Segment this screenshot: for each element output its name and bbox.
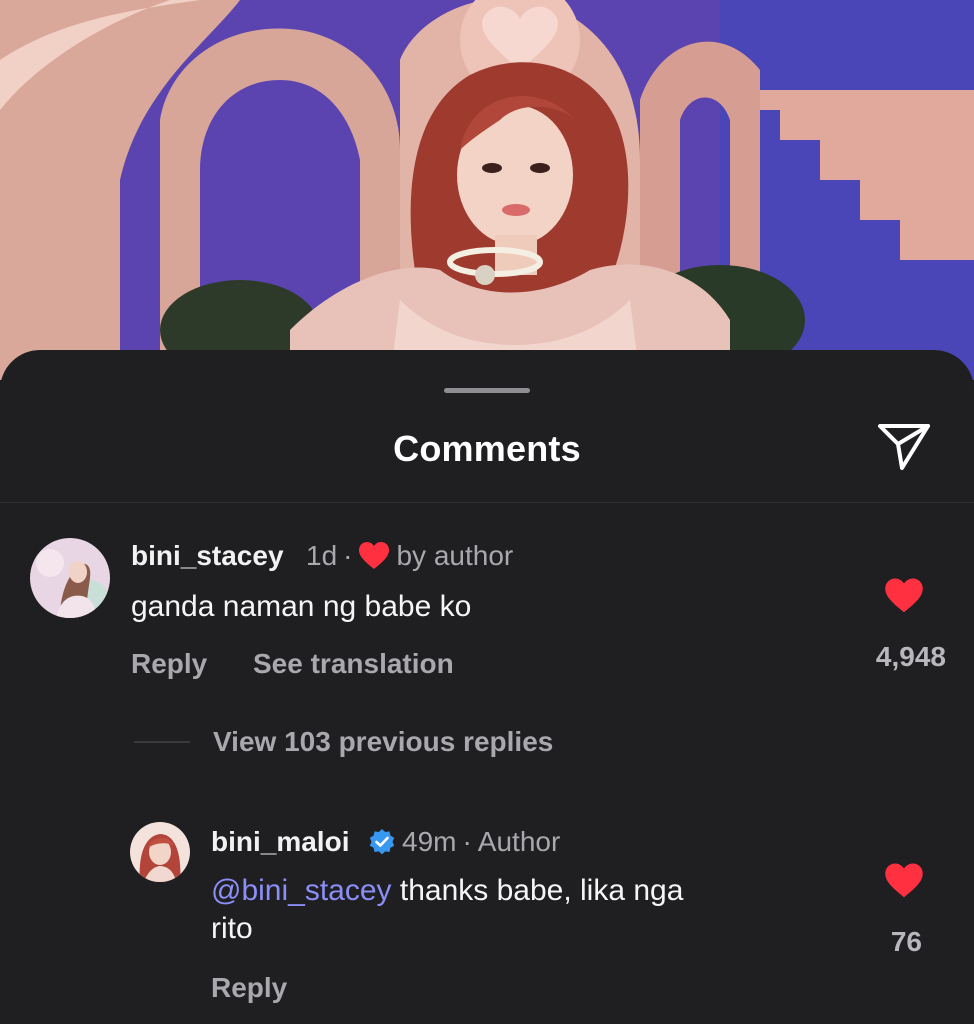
meta-separator: · — [462, 826, 472, 857]
share-button[interactable] — [872, 416, 936, 476]
heart-icon — [885, 863, 923, 898]
thread-line — [134, 741, 190, 743]
reply-text-line1: thanks babe, lika nga — [391, 874, 684, 907]
post-photo — [0, 0, 974, 380]
header-divider — [0, 502, 974, 503]
reply-button[interactable]: Reply — [131, 648, 207, 680]
verified-badge-icon — [369, 829, 395, 855]
sheet-grabber[interactable] — [444, 388, 530, 393]
view-previous-replies-button[interactable]: View 103 previous replies — [213, 726, 553, 758]
reply-text-line2: rito — [211, 912, 253, 945]
like-button[interactable] — [882, 861, 926, 901]
comments-sheet: Comments bini_stacey 1d · by author gand… — [0, 350, 974, 1024]
reply-time: 49m — [402, 826, 457, 857]
mention-link[interactable]: @bini_stacey — [211, 874, 392, 907]
see-translation-button[interactable]: See translation — [253, 648, 454, 680]
author-label: Author — [477, 826, 561, 857]
comment-meta: 1d · by author — [306, 540, 513, 572]
like-count: 4,948 — [875, 641, 946, 672]
avatar-image — [130, 822, 190, 882]
paper-plane-icon — [878, 424, 930, 470]
avatar[interactable] — [130, 822, 190, 882]
reply-meta: 49m · Author — [368, 826, 560, 858]
like-button[interactable] — [882, 576, 926, 616]
avatar-image — [30, 538, 110, 618]
comment-username[interactable]: bini_stacey — [131, 540, 284, 572]
avatar[interactable] — [30, 538, 110, 618]
heart-icon — [359, 542, 390, 569]
meta-separator: · — [343, 540, 353, 571]
reply-text: @bini_stacey thanks babe, lika nga rito — [211, 872, 811, 948]
reply-username[interactable]: bini_maloi — [211, 826, 349, 858]
sheet-title: Comments — [393, 428, 581, 469]
post-photo-illustration — [0, 0, 974, 380]
heart-icon — [885, 578, 923, 613]
comment-time: 1d — [306, 540, 338, 571]
reply-button[interactable]: Reply — [211, 972, 287, 1004]
comment-text: ganda naman ng babe ko — [131, 590, 472, 623]
liked-by-author-label: by author — [396, 540, 514, 571]
like-count: 76 — [890, 926, 922, 957]
